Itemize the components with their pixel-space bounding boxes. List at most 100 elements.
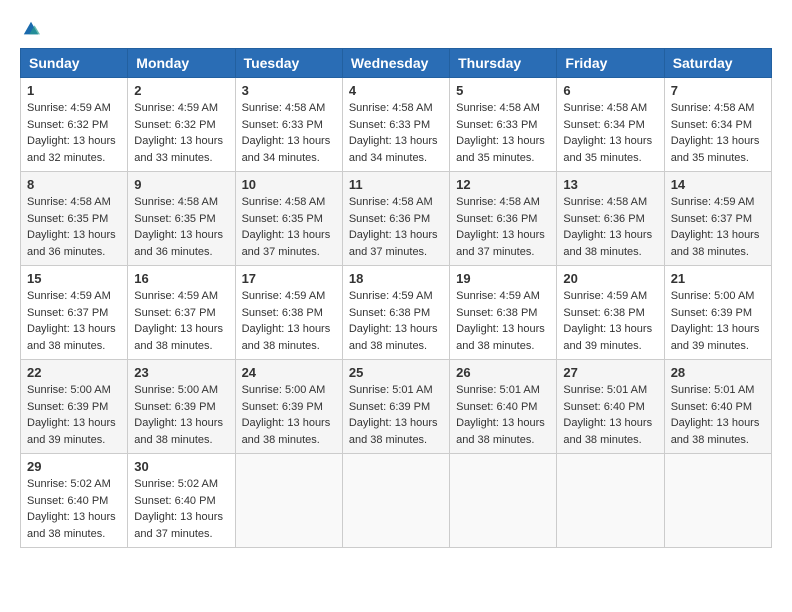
sunrise-label: Sunrise: 4:58 AM bbox=[27, 196, 111, 208]
day-number: 6 bbox=[563, 83, 657, 98]
day-number: 7 bbox=[671, 83, 765, 98]
day-info: Sunrise: 4:59 AM Sunset: 6:38 PM Dayligh… bbox=[349, 288, 443, 354]
sunrise-label: Sunrise: 5:00 AM bbox=[242, 384, 326, 396]
calendar-header-row: SundayMondayTuesdayWednesdayThursdayFrid… bbox=[21, 49, 772, 78]
calendar-cell: 22 Sunrise: 5:00 AM Sunset: 6:39 PM Dayl… bbox=[21, 360, 128, 454]
calendar-cell: 7 Sunrise: 4:58 AM Sunset: 6:34 PM Dayli… bbox=[664, 78, 771, 172]
calendar-cell: 16 Sunrise: 4:59 AM Sunset: 6:37 PM Dayl… bbox=[128, 266, 235, 360]
sunset-label: Sunset: 6:39 PM bbox=[671, 307, 752, 319]
day-info: Sunrise: 4:58 AM Sunset: 6:36 PM Dayligh… bbox=[349, 194, 443, 260]
sunset-label: Sunset: 6:40 PM bbox=[27, 495, 108, 507]
day-number: 26 bbox=[456, 365, 550, 380]
day-number: 1 bbox=[27, 83, 121, 98]
day-info: Sunrise: 4:58 AM Sunset: 6:33 PM Dayligh… bbox=[456, 100, 550, 166]
calendar-cell: 8 Sunrise: 4:58 AM Sunset: 6:35 PM Dayli… bbox=[21, 172, 128, 266]
daylight-label: Daylight: 13 hours and 35 minutes. bbox=[563, 135, 652, 164]
column-header-monday: Monday bbox=[128, 49, 235, 78]
day-info: Sunrise: 4:59 AM Sunset: 6:32 PM Dayligh… bbox=[27, 100, 121, 166]
calendar-week-2: 8 Sunrise: 4:58 AM Sunset: 6:35 PM Dayli… bbox=[21, 172, 772, 266]
day-number: 22 bbox=[27, 365, 121, 380]
day-number: 24 bbox=[242, 365, 336, 380]
column-header-wednesday: Wednesday bbox=[342, 49, 449, 78]
daylight-label: Daylight: 13 hours and 38 minutes. bbox=[671, 229, 760, 258]
sunset-label: Sunset: 6:37 PM bbox=[134, 307, 215, 319]
day-number: 23 bbox=[134, 365, 228, 380]
sunset-label: Sunset: 6:40 PM bbox=[671, 401, 752, 413]
sunset-label: Sunset: 6:32 PM bbox=[134, 119, 215, 131]
sunset-label: Sunset: 6:38 PM bbox=[242, 307, 323, 319]
sunrise-label: Sunrise: 5:02 AM bbox=[27, 478, 111, 490]
day-info: Sunrise: 5:01 AM Sunset: 6:40 PM Dayligh… bbox=[563, 382, 657, 448]
calendar-cell bbox=[235, 454, 342, 548]
sunset-label: Sunset: 6:38 PM bbox=[349, 307, 430, 319]
day-number: 17 bbox=[242, 271, 336, 286]
calendar-cell bbox=[557, 454, 664, 548]
day-number: 25 bbox=[349, 365, 443, 380]
daylight-label: Daylight: 13 hours and 39 minutes. bbox=[671, 323, 760, 352]
sunrise-label: Sunrise: 4:58 AM bbox=[563, 196, 647, 208]
daylight-label: Daylight: 13 hours and 32 minutes. bbox=[27, 135, 116, 164]
logo-icon bbox=[22, 20, 40, 38]
day-number: 13 bbox=[563, 177, 657, 192]
calendar-cell: 21 Sunrise: 5:00 AM Sunset: 6:39 PM Dayl… bbox=[664, 266, 771, 360]
sunrise-label: Sunrise: 4:59 AM bbox=[134, 102, 218, 114]
calendar-cell: 5 Sunrise: 4:58 AM Sunset: 6:33 PM Dayli… bbox=[450, 78, 557, 172]
day-number: 11 bbox=[349, 177, 443, 192]
calendar-cell: 18 Sunrise: 4:59 AM Sunset: 6:38 PM Dayl… bbox=[342, 266, 449, 360]
day-number: 21 bbox=[671, 271, 765, 286]
day-info: Sunrise: 4:58 AM Sunset: 6:34 PM Dayligh… bbox=[671, 100, 765, 166]
sunrise-label: Sunrise: 4:58 AM bbox=[456, 196, 540, 208]
sunset-label: Sunset: 6:32 PM bbox=[27, 119, 108, 131]
calendar-cell: 4 Sunrise: 4:58 AM Sunset: 6:33 PM Dayli… bbox=[342, 78, 449, 172]
daylight-label: Daylight: 13 hours and 36 minutes. bbox=[27, 229, 116, 258]
sunrise-label: Sunrise: 5:00 AM bbox=[134, 384, 218, 396]
sunrise-label: Sunrise: 4:58 AM bbox=[349, 102, 433, 114]
logo bbox=[20, 20, 40, 38]
calendar-cell: 10 Sunrise: 4:58 AM Sunset: 6:35 PM Dayl… bbox=[235, 172, 342, 266]
sunrise-label: Sunrise: 4:59 AM bbox=[27, 290, 111, 302]
sunset-label: Sunset: 6:39 PM bbox=[27, 401, 108, 413]
sunset-label: Sunset: 6:40 PM bbox=[456, 401, 537, 413]
daylight-label: Daylight: 13 hours and 38 minutes. bbox=[671, 417, 760, 446]
sunset-label: Sunset: 6:36 PM bbox=[349, 213, 430, 225]
calendar-cell: 30 Sunrise: 5:02 AM Sunset: 6:40 PM Dayl… bbox=[128, 454, 235, 548]
daylight-label: Daylight: 13 hours and 37 minutes. bbox=[349, 229, 438, 258]
sunset-label: Sunset: 6:35 PM bbox=[134, 213, 215, 225]
sunset-label: Sunset: 6:39 PM bbox=[134, 401, 215, 413]
day-info: Sunrise: 5:02 AM Sunset: 6:40 PM Dayligh… bbox=[27, 476, 121, 542]
sunrise-label: Sunrise: 4:59 AM bbox=[27, 102, 111, 114]
daylight-label: Daylight: 13 hours and 38 minutes. bbox=[349, 417, 438, 446]
daylight-label: Daylight: 13 hours and 35 minutes. bbox=[671, 135, 760, 164]
day-number: 8 bbox=[27, 177, 121, 192]
day-info: Sunrise: 4:59 AM Sunset: 6:38 PM Dayligh… bbox=[242, 288, 336, 354]
calendar-cell: 26 Sunrise: 5:01 AM Sunset: 6:40 PM Dayl… bbox=[450, 360, 557, 454]
day-info: Sunrise: 5:02 AM Sunset: 6:40 PM Dayligh… bbox=[134, 476, 228, 542]
sunrise-label: Sunrise: 4:58 AM bbox=[671, 102, 755, 114]
daylight-label: Daylight: 13 hours and 38 minutes. bbox=[27, 323, 116, 352]
calendar-cell: 29 Sunrise: 5:02 AM Sunset: 6:40 PM Dayl… bbox=[21, 454, 128, 548]
sunrise-label: Sunrise: 4:58 AM bbox=[134, 196, 218, 208]
day-number: 30 bbox=[134, 459, 228, 474]
sunset-label: Sunset: 6:39 PM bbox=[242, 401, 323, 413]
day-number: 15 bbox=[27, 271, 121, 286]
day-info: Sunrise: 5:01 AM Sunset: 6:40 PM Dayligh… bbox=[671, 382, 765, 448]
sunrise-label: Sunrise: 4:59 AM bbox=[671, 196, 755, 208]
day-info: Sunrise: 4:58 AM Sunset: 6:36 PM Dayligh… bbox=[456, 194, 550, 260]
daylight-label: Daylight: 13 hours and 38 minutes. bbox=[27, 511, 116, 540]
sunrise-label: Sunrise: 5:01 AM bbox=[456, 384, 540, 396]
calendar-cell bbox=[450, 454, 557, 548]
day-info: Sunrise: 4:59 AM Sunset: 6:37 PM Dayligh… bbox=[134, 288, 228, 354]
sunrise-label: Sunrise: 5:00 AM bbox=[27, 384, 111, 396]
day-info: Sunrise: 4:59 AM Sunset: 6:32 PM Dayligh… bbox=[134, 100, 228, 166]
sunset-label: Sunset: 6:40 PM bbox=[134, 495, 215, 507]
sunrise-label: Sunrise: 4:59 AM bbox=[456, 290, 540, 302]
calendar-cell: 6 Sunrise: 4:58 AM Sunset: 6:34 PM Dayli… bbox=[557, 78, 664, 172]
sunset-label: Sunset: 6:36 PM bbox=[456, 213, 537, 225]
daylight-label: Daylight: 13 hours and 38 minutes. bbox=[349, 323, 438, 352]
calendar-cell: 11 Sunrise: 4:58 AM Sunset: 6:36 PM Dayl… bbox=[342, 172, 449, 266]
calendar-cell: 19 Sunrise: 4:59 AM Sunset: 6:38 PM Dayl… bbox=[450, 266, 557, 360]
sunrise-label: Sunrise: 5:02 AM bbox=[134, 478, 218, 490]
day-number: 2 bbox=[134, 83, 228, 98]
daylight-label: Daylight: 13 hours and 34 minutes. bbox=[349, 135, 438, 164]
column-header-thursday: Thursday bbox=[450, 49, 557, 78]
